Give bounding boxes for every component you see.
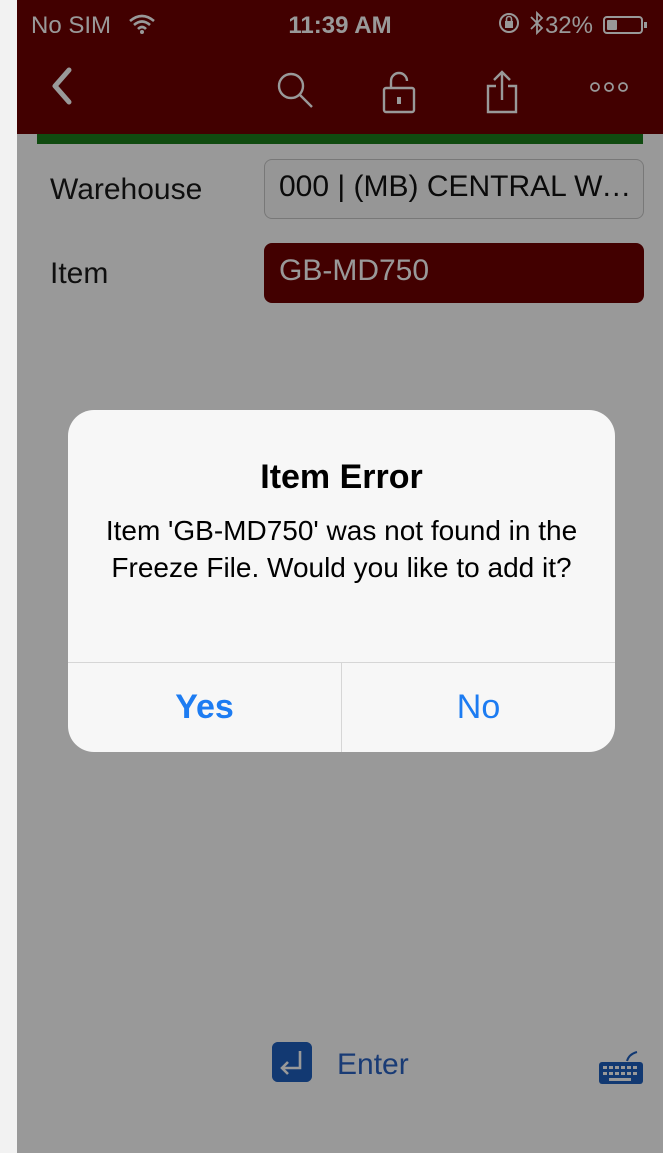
- alert-title: Item Error: [260, 458, 423, 496]
- alert-message: Item 'GB-MD750' was not found in the Fre…: [105, 515, 578, 583]
- no-button[interactable]: No: [342, 663, 615, 752]
- phone-screen: No SIM 11:39 AM 32% Warehouse 000 | (MB)…: [17, 0, 663, 1153]
- yes-button[interactable]: Yes: [68, 663, 341, 752]
- item-error-alert: Item Error Item 'GB-MD750' was not found…: [68, 410, 615, 752]
